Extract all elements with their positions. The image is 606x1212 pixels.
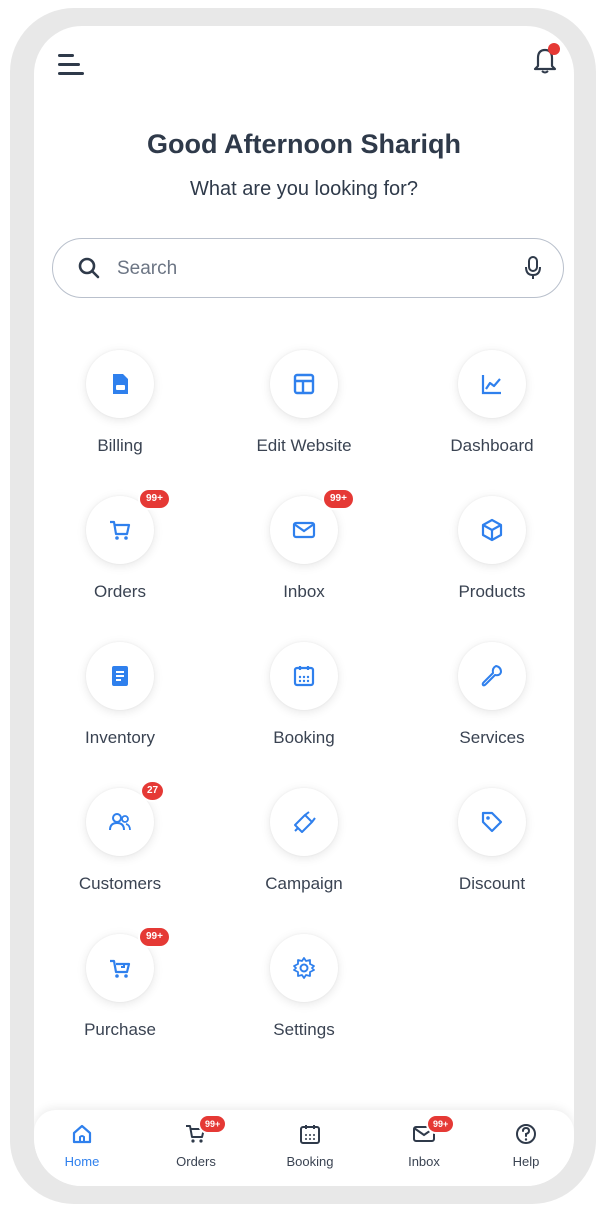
booking-label: Booking: [273, 728, 335, 747]
search-input[interactable]: [115, 249, 499, 289]
users-icon: [109, 813, 131, 831]
search-icon: [78, 257, 100, 279]
megaphone-icon: [294, 811, 316, 833]
edit-website-circle: [270, 350, 338, 418]
discount-label: Discount: [458, 874, 526, 893]
home-icon: [72, 1124, 92, 1144]
nav-home[interactable]: Home: [44, 1122, 120, 1180]
notification-bell-button[interactable]: [530, 42, 560, 76]
inventory-circle: [86, 642, 154, 710]
gear-icon: [293, 957, 315, 979]
dashboard-label: Dashboard: [450, 436, 534, 455]
settings-label: Settings: [273, 1020, 335, 1039]
orders-label: Orders: [94, 582, 146, 601]
booking-circle: [270, 642, 338, 710]
settings-circle: [270, 934, 338, 1002]
purchase-label: Purchase: [84, 1020, 156, 1039]
nav-help-label: Help: [512, 1154, 540, 1169]
inbox-label: Inbox: [283, 582, 325, 601]
nav-booking[interactable]: Booking: [272, 1122, 348, 1180]
inventory-label: Inventory: [85, 728, 155, 747]
orders-badge: 99+: [140, 490, 169, 508]
menu-line: [58, 72, 84, 75]
products-label: Products: [458, 582, 526, 601]
products-circle: [458, 496, 526, 564]
grid-item-settings[interactable]: Settings: [224, 934, 384, 1064]
nav-orders-label: Orders: [176, 1154, 216, 1169]
greeting-title: Good Afternoon Shariqh: [147, 129, 461, 159]
hamburger-menu-button[interactable]: [58, 52, 86, 78]
nav-inbox[interactable]: 99+ Inbox: [386, 1116, 462, 1180]
purchase-cart-icon: [110, 959, 131, 978]
grid-item-inbox[interactable]: 99+ Inbox: [224, 490, 384, 626]
nav-orders[interactable]: 99+ Orders: [158, 1116, 234, 1180]
customers-circle: [86, 788, 154, 856]
inbox-badge: 99+: [324, 490, 353, 508]
layout-icon: [293, 373, 315, 395]
menu-line: [58, 63, 80, 66]
nav-inbox-badge: 99+: [428, 1116, 454, 1132]
menu-line: [58, 54, 74, 57]
bottom-navigation: Home 99+ Orders Booking 99+ Inbox Help: [34, 1110, 574, 1186]
help-icon: [516, 1124, 536, 1144]
bell-icon: [533, 43, 560, 74]
app-screen: Good Afternoon Shariqh What are you look…: [34, 26, 574, 1186]
nav-home-label: Home: [64, 1154, 100, 1169]
grid-item-orders[interactable]: 99+ Orders: [40, 490, 200, 626]
nav-inbox-label: Inbox: [408, 1154, 440, 1169]
grid-item-campaign[interactable]: Campaign: [224, 788, 384, 918]
search-bar[interactable]: [52, 238, 564, 298]
nav-orders-badge: 99+: [200, 1116, 226, 1132]
edit-website-label: Edit Website: [256, 436, 352, 455]
campaign-circle: [270, 788, 338, 856]
cart-icon: [110, 520, 131, 540]
grid-item-inventory[interactable]: Inventory: [40, 642, 200, 772]
dashboard-circle: [458, 350, 526, 418]
nav-help[interactable]: Help: [488, 1122, 564, 1180]
chart-icon: [481, 375, 501, 395]
wrench-icon: [481, 665, 502, 687]
grid-item-products[interactable]: Products: [412, 496, 572, 626]
services-label: Services: [459, 728, 525, 747]
discount-circle: [458, 788, 526, 856]
calendar-icon: [300, 1125, 320, 1144]
grid-item-booking[interactable]: Booking: [224, 642, 384, 772]
bill-icon: [113, 374, 128, 394]
campaign-label: Campaign: [265, 874, 343, 893]
grid-item-purchase[interactable]: 99+ Purchase: [40, 928, 200, 1064]
billing-label: Billing: [97, 436, 143, 455]
clipboard-icon: [112, 666, 128, 686]
calendar-icon: [293, 666, 315, 687]
grid-item-discount[interactable]: Discount: [412, 788, 572, 918]
box-icon: [481, 518, 503, 542]
nav-booking-label: Booking: [286, 1154, 334, 1169]
purchase-badge: 99+: [140, 928, 169, 946]
mail-icon: [292, 521, 316, 539]
customers-badge: 27: [142, 782, 164, 800]
grid-item-billing[interactable]: Billing: [40, 350, 200, 480]
grid-item-services[interactable]: Services: [412, 642, 572, 772]
billing-circle: [86, 350, 154, 418]
grid-item-dashboard[interactable]: Dashboard: [412, 350, 572, 480]
grid-item-customers[interactable]: 27 Customers: [40, 782, 200, 918]
services-circle: [458, 642, 526, 710]
customers-label: Customers: [78, 874, 162, 893]
microphone-icon[interactable]: [523, 255, 543, 281]
grid-item-edit-website[interactable]: Edit Website: [224, 350, 384, 480]
greeting-subtitle: What are you looking for?: [190, 178, 418, 200]
tag-icon: [481, 811, 503, 833]
